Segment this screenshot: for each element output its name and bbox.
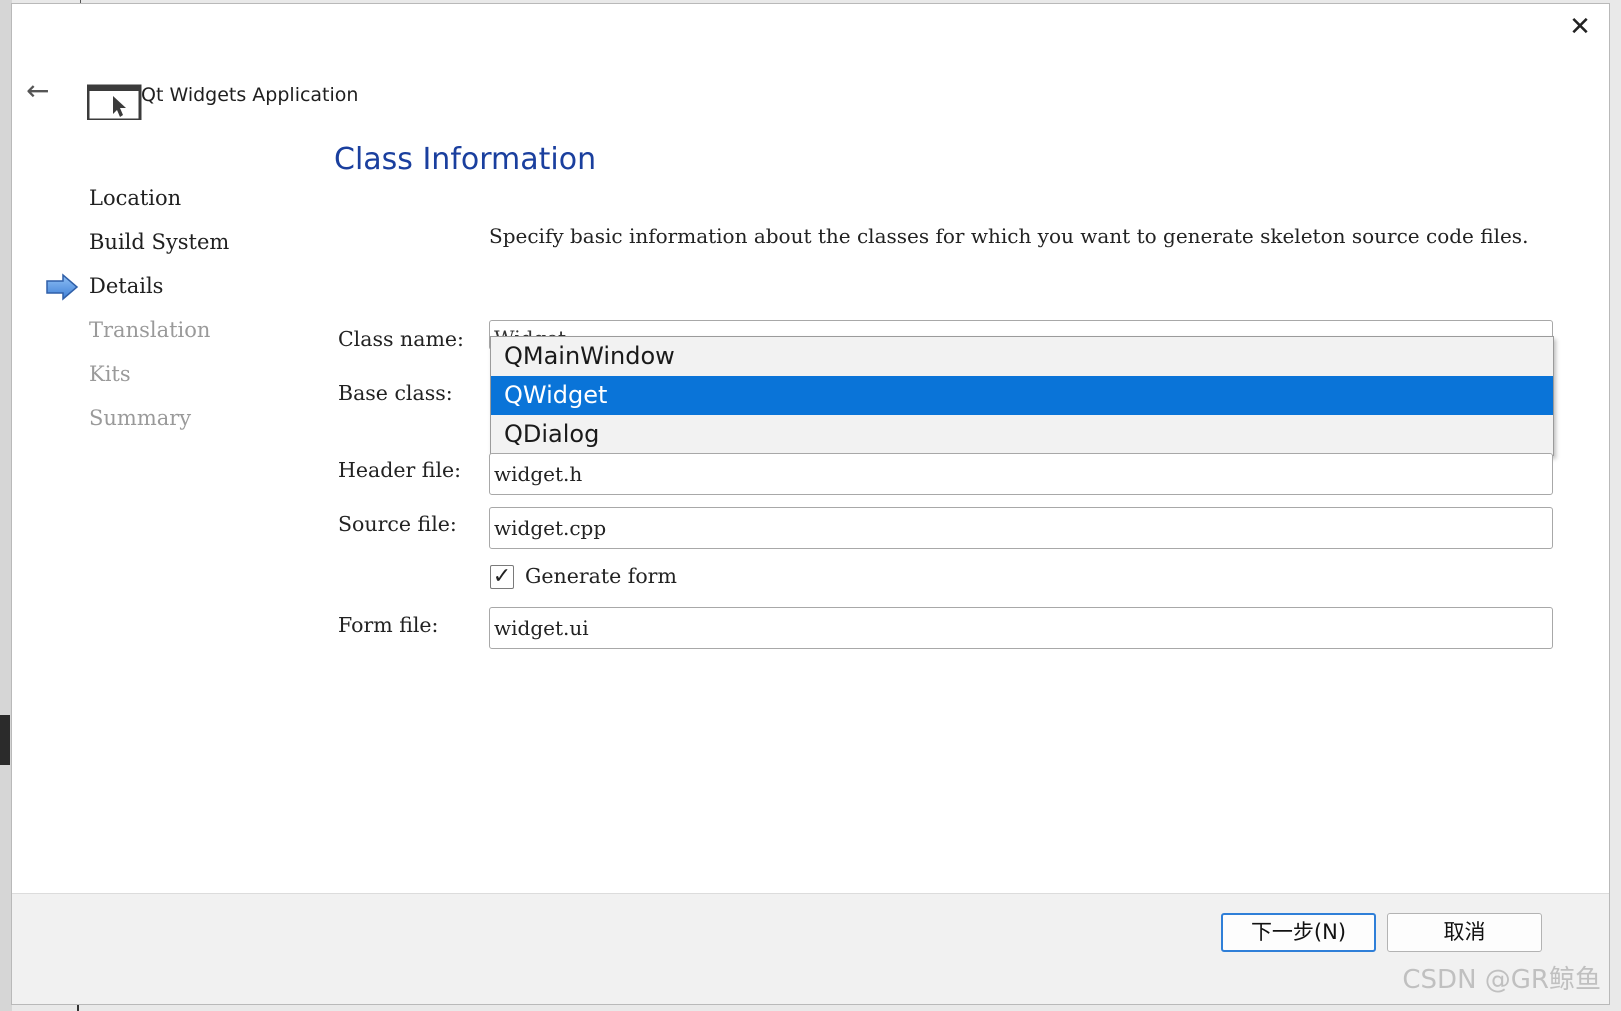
wizard-dialog: ✕ ← Qt Widgets Application Location Buil…: [11, 3, 1610, 1005]
step-translation: Translation: [89, 308, 229, 352]
dropdown-option-qwidget[interactable]: QWidget: [491, 376, 1553, 415]
source-file-input[interactable]: widget.cpp: [489, 507, 1553, 549]
close-icon: ✕: [1569, 12, 1591, 42]
dropdown-option-qdialog[interactable]: QDialog: [491, 415, 1553, 454]
current-step-arrow-icon: [46, 273, 79, 301]
step-label: Translation: [89, 318, 211, 342]
step-label: Build System: [89, 230, 230, 254]
class-name-label: Class name:: [338, 327, 464, 351]
generate-form-checkbox[interactable]: ✓: [490, 565, 514, 589]
close-button[interactable]: ✕: [1565, 12, 1595, 42]
source-file-label: Source file:: [338, 512, 457, 536]
step-label: Kits: [89, 362, 131, 386]
form-file-label: Form file:: [338, 613, 439, 637]
cancel-button[interactable]: 取消: [1387, 913, 1542, 952]
step-location: Location: [89, 176, 229, 220]
next-button[interactable]: 下一步(N): [1221, 913, 1376, 952]
back-arrow-icon: ←: [26, 74, 50, 107]
form-file-input[interactable]: widget.ui: [489, 607, 1553, 649]
step-label: Location: [89, 186, 182, 210]
wizard-title: Qt Widgets Application: [141, 84, 359, 106]
watermark: CSDN @GR鲸鱼: [1402, 965, 1601, 995]
background-panel-strip: [0, 715, 10, 765]
wizard-steps: Location Build System Details Translatio…: [46, 176, 229, 440]
page-title: Class Information: [334, 142, 597, 177]
page-description: Specify basic information about the clas…: [489, 224, 1529, 248]
dialog-footer: 下一步(N) 取消 CSDN @GR鲸鱼: [12, 893, 1609, 1004]
step-build-system: Build System: [89, 220, 229, 264]
base-class-label: Base class:: [338, 381, 453, 405]
step-details: Details: [46, 264, 229, 308]
generate-form-label: Generate form: [525, 564, 677, 588]
back-button[interactable]: ←: [26, 76, 60, 106]
step-summary: Summary: [89, 396, 229, 440]
header-file-label: Header file:: [338, 458, 462, 482]
app-window-icon: [87, 84, 142, 120]
step-label: Details: [89, 274, 164, 298]
step-label: Summary: [89, 406, 192, 430]
dropdown-option-qmainwindow[interactable]: QMainWindow: [491, 337, 1553, 376]
step-kits: Kits: [89, 352, 229, 396]
base-class-dropdown[interactable]: QMainWindow QWidget QDialog: [490, 336, 1554, 456]
header-file-input[interactable]: widget.h: [489, 453, 1553, 495]
